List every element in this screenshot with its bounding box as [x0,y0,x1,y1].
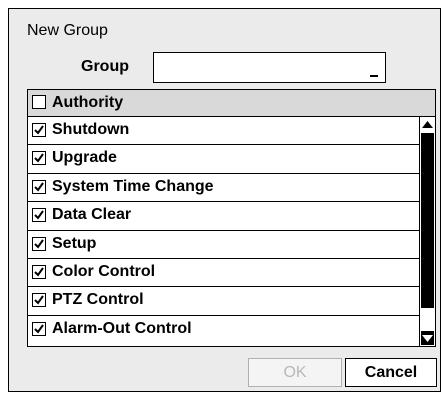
authority-item-checkbox[interactable] [32,123,46,137]
authority-item[interactable]: System Time Change [28,173,419,203]
authority-item[interactable]: Alarm-Out Control [28,315,419,345]
authority-item-label: Shutdown [52,121,130,138]
ok-button[interactable]: OK [248,358,342,387]
scroll-down-arrow-icon[interactable] [421,331,434,345]
authority-item-checkbox[interactable] [32,151,46,166]
text-cursor [370,75,378,77]
authority-select-all-checkbox[interactable] [32,95,46,109]
authority-item-label: PTZ Control [52,291,144,309]
scroll-up-arrow-icon[interactable] [421,118,434,132]
checkmark-icon [34,153,44,163]
authority-item[interactable]: PTZ Control [28,287,419,316]
scroll-thumb[interactable] [421,133,434,308]
authority-item-checkbox[interactable] [32,236,46,251]
checkmark-icon [34,125,44,135]
authority-item[interactable]: Data Clear [28,202,419,231]
checkmark-icon [34,182,44,192]
authority-item[interactable]: Setup [28,230,419,259]
authority-item-checkbox[interactable] [32,208,46,223]
authority-list: Authority Shutdown Upgrade System Time Cha… [27,89,436,347]
checkmark-icon [34,295,44,305]
authority-item-label: Setup [52,234,97,252]
checkmark-icon [34,267,44,277]
authority-item-label: Upgrade [52,149,117,167]
authority-item-label: Color Control [52,262,156,280]
authority-item-label: System Time Change [52,177,214,195]
group-label: Group [81,58,129,75]
authority-item-checkbox[interactable] [32,321,46,336]
authority-item-checkbox[interactable] [32,293,46,308]
authority-item[interactable]: Shutdown [28,117,419,146]
authority-item-label: Data Clear [52,206,132,224]
new-group-dialog: New Group Group Authority Shutdown Upgrad… [8,8,441,392]
authority-rows: Shutdown Upgrade System Time Change Data Cl… [28,117,419,345]
authority-item-checkbox[interactable] [32,264,46,279]
authority-item[interactable]: Color Control [28,258,419,288]
dialog-title: New Group [27,22,108,39]
checkmark-icon [34,238,44,249]
cancel-button[interactable]: Cancel [345,358,437,387]
group-name-input[interactable] [153,52,386,83]
checkmark-icon [34,210,44,220]
authority-item-checkbox[interactable] [32,179,46,194]
authority-header-label: Authority [52,94,124,111]
checkmark-icon [34,324,44,334]
authority-item-label: Alarm-Out Control [52,319,192,337]
authority-header[interactable]: Authority [28,90,435,117]
authority-item[interactable]: Upgrade [28,145,419,174]
authority-scrollbar[interactable] [419,117,435,346]
